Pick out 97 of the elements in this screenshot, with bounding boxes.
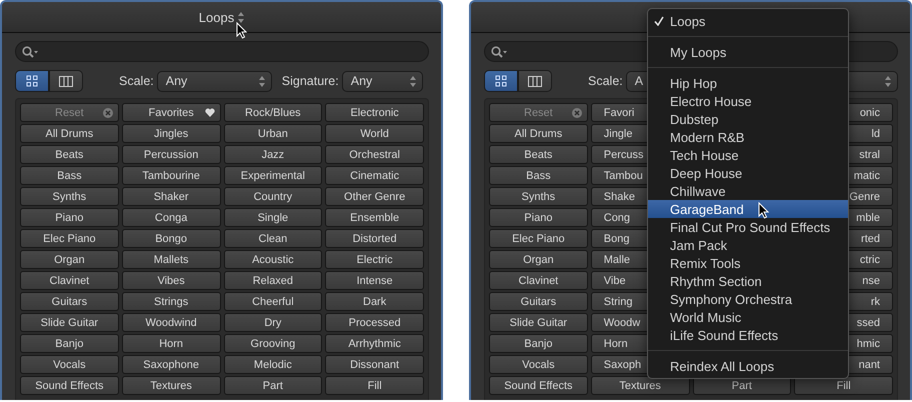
- keyword-button[interactable]: Grooving: [224, 334, 322, 353]
- keyword-button[interactable]: Electric: [325, 250, 424, 269]
- keyword-button[interactable]: Tambourine: [122, 166, 220, 185]
- keyword-button[interactable]: Arrhythmic: [325, 334, 424, 353]
- keyword-button[interactable]: Melodic: [224, 355, 322, 374]
- keyword-button[interactable]: Bass: [489, 166, 588, 185]
- keyword-button[interactable]: Rock/Blues: [224, 103, 322, 122]
- keyword-button[interactable]: Percussion: [122, 145, 220, 164]
- keyword-button[interactable]: Fill: [794, 376, 893, 395]
- keyword-button[interactable]: Banjo: [489, 334, 588, 353]
- menu-item[interactable]: GarageBand: [648, 200, 848, 218]
- keyword-button[interactable]: Elec Piano: [20, 229, 119, 248]
- clear-icon: [572, 108, 582, 118]
- stepper-icon: [885, 76, 891, 86]
- keyword-button[interactable]: Acoustic: [224, 250, 322, 269]
- keyword-button[interactable]: Elec Piano: [489, 229, 588, 248]
- view-toggle[interactable]: [49, 70, 83, 92]
- stepper-icon: [238, 12, 244, 22]
- keyword-button[interactable]: Shaker: [122, 187, 220, 206]
- keyword-button[interactable]: Mallets: [122, 250, 220, 269]
- keyword-button[interactable]: Single: [224, 208, 322, 227]
- keyword-button[interactable]: Sound Effects: [489, 376, 588, 395]
- keyword-button[interactable]: Piano: [20, 208, 119, 227]
- keyword-button[interactable]: Jazz: [224, 145, 322, 164]
- keyword-button[interactable]: Beats: [20, 145, 119, 164]
- keyword-button[interactable]: Bass: [20, 166, 119, 185]
- keyword-button[interactable]: Favorites: [122, 103, 220, 122]
- clear-icon: [102, 108, 113, 118]
- keyword-button[interactable]: Part: [224, 376, 322, 395]
- keyword-button[interactable]: Cinematic: [325, 166, 424, 185]
- keyword-button[interactable]: Experimental: [224, 166, 322, 185]
- keyword-button[interactable]: Clean: [224, 229, 322, 248]
- filter-label: Scale:: [588, 74, 623, 88]
- keyword-button[interactable]: Guitars: [489, 292, 588, 311]
- keyword-button[interactable]: Sound Effects: [20, 376, 119, 395]
- keyword-button[interactable]: Cheerful: [224, 292, 322, 311]
- stepper-icon: [258, 76, 265, 86]
- keyword-button[interactable]: Ensemble: [325, 208, 424, 227]
- keyword-button[interactable]: World: [325, 124, 424, 143]
- keyword-button[interactable]: Banjo: [20, 334, 119, 353]
- filter-label: Signature:: [282, 74, 339, 88]
- stepper-icon: [410, 76, 416, 86]
- keyword-button[interactable]: Conga: [122, 208, 220, 227]
- menu-item[interactable]: My Loops: [648, 43, 848, 61]
- view-toggle[interactable]: [484, 70, 518, 92]
- keyword-button[interactable]: Horn: [122, 334, 220, 353]
- keyword-button[interactable]: Jingles: [122, 124, 220, 143]
- keyword-button[interactable]: Beats: [489, 145, 588, 164]
- keyword-button[interactable]: Synths: [20, 187, 119, 206]
- keyword-button[interactable]: Relaxed: [224, 271, 322, 290]
- columns-view-icon: [59, 76, 73, 86]
- keyword-button[interactable]: Intense: [325, 271, 424, 290]
- keyword-button[interactable]: All Drums: [489, 124, 588, 143]
- keyword-button[interactable]: Slide Guitar: [20, 313, 119, 332]
- keyword-button[interactable]: Organ: [489, 250, 588, 269]
- keyword-button[interactable]: Strings: [122, 292, 220, 311]
- keyword-button[interactable]: Bongo: [122, 229, 220, 248]
- keyword-button[interactable]: Electronic: [325, 103, 424, 122]
- keyword-button[interactable]: Vocals: [20, 355, 119, 374]
- keyword-button[interactable]: Woodwind: [122, 313, 220, 332]
- keyword-button[interactable]: All Drums: [20, 124, 119, 143]
- filter-popup[interactable]: Any: [156, 70, 272, 92]
- keyword-button[interactable]: Organ: [20, 250, 119, 269]
- keyword-button[interactable]: Fill: [325, 376, 424, 395]
- panel-title[interactable]: Loops: [198, 10, 234, 24]
- keyword-button[interactable]: Dry: [224, 313, 322, 332]
- search-field[interactable]: [15, 41, 429, 62]
- keyword-button[interactable]: Urban: [224, 124, 322, 143]
- keyword-button[interactable]: Slide Guitar: [489, 313, 588, 332]
- keyword-button[interactable]: Country: [224, 187, 322, 206]
- keyword-button[interactable]: Clavinet: [20, 271, 119, 290]
- keyword-button[interactable]: Piano: [489, 208, 588, 227]
- menu-item[interactable]: Hip Hop: [648, 74, 848, 92]
- columns-view-icon: [528, 76, 542, 86]
- keyword-button[interactable]: Guitars: [20, 292, 119, 311]
- keyword-button[interactable]: Saxophone: [122, 355, 220, 374]
- filter-label: Scale:: [119, 74, 154, 88]
- heart-icon: [204, 108, 214, 117]
- keyword-button[interactable]: Textures: [122, 376, 220, 395]
- keyword-button[interactable]: Orchestral: [325, 145, 424, 164]
- view-toggle[interactable]: [15, 70, 49, 92]
- keyword-button[interactable]: Textures: [590, 376, 690, 395]
- keyword-button[interactable]: Vibes: [122, 271, 220, 290]
- keyword-button[interactable]: Distorted: [325, 229, 424, 248]
- search-icon: [22, 46, 39, 58]
- keyword-button[interactable]: Dark: [325, 292, 424, 311]
- keyword-button[interactable]: Synths: [489, 187, 588, 206]
- filter-popup[interactable]: Any: [342, 70, 423, 92]
- keyword-button[interactable]: Dissonant: [325, 355, 424, 374]
- keyword-button[interactable]: Processed: [325, 313, 424, 332]
- keyword-button[interactable]: Clavinet: [489, 271, 588, 290]
- keyword-button[interactable]: Vocals: [489, 355, 588, 374]
- view-toggle[interactable]: [518, 70, 552, 92]
- grid-view-icon: [26, 75, 38, 87]
- grid-view-icon: [495, 75, 507, 87]
- keyword-button[interactable]: Other Genre: [325, 187, 424, 206]
- search-icon: [491, 46, 508, 58]
